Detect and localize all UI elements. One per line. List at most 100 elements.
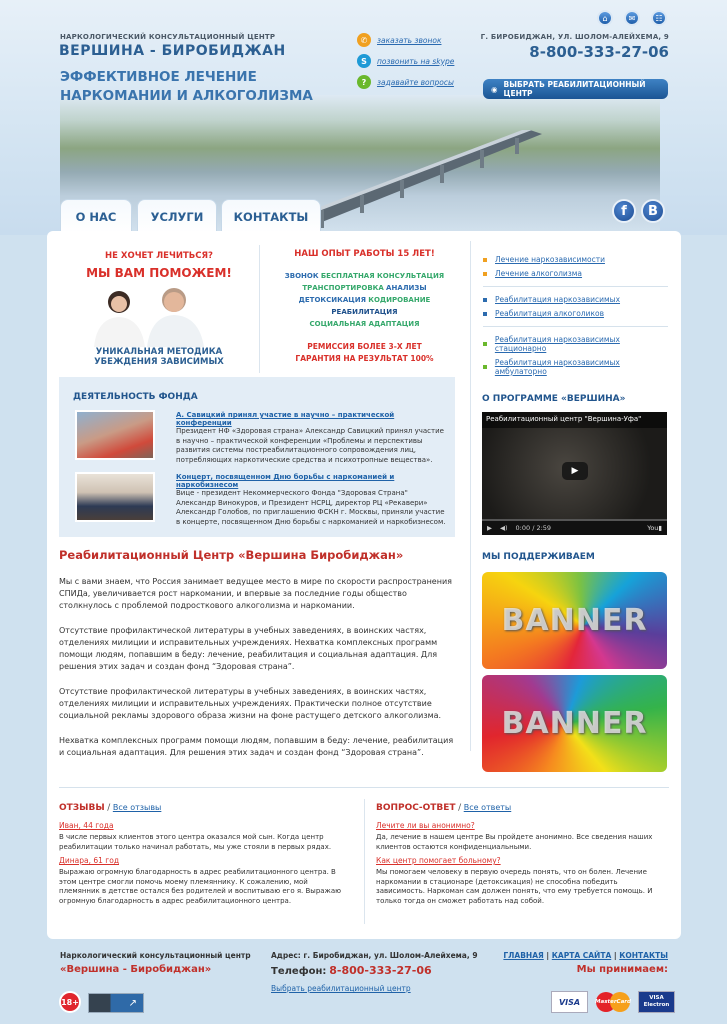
sidebar-item-label[interactable]: Реабилитация наркозависимых амбулаторно xyxy=(495,358,668,376)
news-photo[interactable] xyxy=(75,472,155,522)
exp-remission: РЕМИССИЯ БОЛЕЕ 3-Х ЛЕТ xyxy=(307,342,422,351)
sidebar-item[interactable]: Лечение алкоголизма xyxy=(483,269,668,278)
support-title: МЫ ПОДДЕРЖИВАЕМ xyxy=(482,552,595,562)
footer-phone[interactable]: 8-800-333-27-06 xyxy=(329,964,431,977)
facebook-icon[interactable]: f xyxy=(612,199,636,223)
bullet-icon xyxy=(483,342,487,346)
sidebar-item-label[interactable]: Реабилитация алкоголиков xyxy=(495,309,604,318)
promo-caption1: УНИКАЛЬНАЯ МЕТОДИКА xyxy=(95,347,223,357)
article: Реабилитационный Центр «Вершина Биробидж… xyxy=(59,548,455,759)
reviews-title: ОТЗЫВЫ xyxy=(59,803,105,813)
bullet-icon xyxy=(483,365,487,369)
exp-tests: АНАЛИЗЫ xyxy=(386,284,427,292)
experience-title: НАШ ОПЫТ РАБОТЫ 15 ЛЕТ! xyxy=(294,249,435,259)
footer-contacts: Адрес: г. Биробиджан, ул. Шолом-Алейхема… xyxy=(271,951,478,993)
footer-home-link[interactable]: ГЛАВНАЯ xyxy=(503,951,543,960)
news-title-link[interactable]: Концерт, посвященном Дню борьбы с нарком… xyxy=(176,473,446,489)
answer-text: Мы помогаем человеку в первую очередь по… xyxy=(376,868,653,905)
order-call-link[interactable]: ✆ заказать звонок xyxy=(357,33,454,47)
promo-block[interactable]: НЕ ХОЧЕТ ЛЕЧИТЬСЯ? МЫ ВАМ ПОМОЖЕМ! УНИКА… xyxy=(59,241,259,376)
news-title-link[interactable]: А. Савицкий принял участие в научно – пр… xyxy=(176,411,446,427)
contact-links: ✆ заказать звонок S позвонить на skype ?… xyxy=(357,33,454,89)
home-icon[interactable]: ⌂ xyxy=(597,10,613,26)
banner-image[interactable]: BANNER xyxy=(482,572,667,669)
news-photo[interactable] xyxy=(75,410,155,460)
tab-contacts[interactable]: КОНТАКТЫ xyxy=(221,199,321,233)
sidebar-item-label[interactable]: Реабилитация наркозависимых xyxy=(495,295,620,304)
sidebar-item[interactable]: Реабилитация алкоголиков xyxy=(483,309,668,318)
divider xyxy=(483,286,668,287)
bridge-illustration xyxy=(280,130,542,230)
select-center-label: ВЫБРАТЬ РЕАБИЛИТАЦИОННЫЙ ЦЕНТР xyxy=(503,80,646,98)
skype-link[interactable]: S позвонить на skype xyxy=(357,54,454,68)
video-controls: ▶ ◀) 0:00 / 2:59 You▮ xyxy=(482,521,667,535)
bullet-icon xyxy=(483,297,487,302)
sidebar-item[interactable]: Реабилитация наркозависимых стационарно xyxy=(483,335,668,353)
qa-title: ВОПРОС-ОТВЕТ xyxy=(376,803,456,813)
review-author-link[interactable]: Динара, 61 год xyxy=(59,856,349,865)
skype-label[interactable]: позвонить на skype xyxy=(377,57,454,66)
video-title: Реабилитационный центр "Вершина-Уфа" xyxy=(482,412,667,428)
article-paragraph: Мы с вами знаем, что Россия занимает вед… xyxy=(59,577,452,610)
article-paragraph: Отсутствие профилактической литературы в… xyxy=(59,626,438,671)
header-tagline: НАРКОЛОГИЧЕСКИЙ КОНСУЛЬТАЦИОННЫЙ ЦЕНТР xyxy=(60,33,276,41)
header: НАРКОЛОГИЧЕСКИЙ КОНСУЛЬТАЦИОННЫЙ ЦЕНТР В… xyxy=(0,0,727,235)
promo-caption2: УБЕЖДЕНИЯ ЗАВИСИМЫХ xyxy=(94,357,224,367)
footer-nav: ГЛАВНАЯ | КАРТА САЙТА | КОНТАКТЫ xyxy=(503,951,668,960)
mail-icon[interactable]: ✉ xyxy=(624,10,640,26)
site-brand[interactable]: ВЕРШИНА - БИРОБИДЖАН xyxy=(59,43,286,59)
sidebar-item[interactable]: Реабилитация наркозависимых амбулаторно xyxy=(483,358,668,376)
sidebar-item-label[interactable]: Лечение наркозависимости xyxy=(495,255,605,264)
promo-line1: НЕ ХОЧЕТ ЛЕЧИТЬСЯ? xyxy=(105,251,213,261)
vkontakte-icon[interactable]: B xyxy=(641,199,665,223)
order-call-label[interactable]: заказать звонок xyxy=(377,36,442,45)
question-link[interactable]: Как центр помогает больному? xyxy=(376,856,666,865)
select-center-button[interactable]: ◉ ВЫБРАТЬ РЕАБИЛИТАЦИОННЫЙ ЦЕНТР xyxy=(483,79,668,99)
footer-address: Адрес: г. Биробиджан, ул. Шолом-Алейхема… xyxy=(271,951,478,960)
exp-guarantee: ГАРАНТИЯ НА РЕЗУЛЬТАТ 100% xyxy=(295,354,434,363)
column-divider xyxy=(470,241,471,751)
bullet-icon xyxy=(483,271,487,276)
sidebar-item-label[interactable]: Лечение алкоголизма xyxy=(495,269,582,278)
footer-org-name: Наркологический консультационный центр xyxy=(60,951,251,960)
fund-block: ДЕЯТЕЛЬНОСТЬ ФОНДА А. Савицкий принял уч… xyxy=(59,377,455,537)
divider xyxy=(364,799,365,924)
ask-question-link[interactable]: ? задавайте вопросы xyxy=(357,75,454,89)
banner-image[interactable]: BANNER xyxy=(482,675,667,772)
play-small-icon[interactable]: ▶ xyxy=(487,524,492,532)
header-phone[interactable]: 8-800-333-27-06 xyxy=(529,43,669,61)
sidebar-item[interactable]: Реабилитация наркозависимых xyxy=(483,295,668,304)
review-text: В числе первых клиентов этого центра ока… xyxy=(59,833,332,851)
bullet-icon xyxy=(483,311,487,316)
sidebar-item[interactable]: Лечение наркозависимости xyxy=(483,255,668,264)
youtube-icon[interactable]: You▮ xyxy=(647,524,662,532)
sitemap-icon[interactable]: ☷ xyxy=(651,10,667,26)
counter-widget-icon[interactable]: ↗ xyxy=(88,993,144,1013)
question-link[interactable]: Лечите ли вы анонимно? xyxy=(376,821,666,830)
ask-question-label[interactable]: задавайте вопросы xyxy=(377,78,454,87)
fund-title: ДЕЯТЕЛЬНОСТЬ ФОНДА xyxy=(73,392,198,402)
tab-services[interactable]: УСЛУГИ xyxy=(137,199,217,233)
sidebar-item-label[interactable]: Реабилитация наркозависимых стационарно xyxy=(495,335,668,353)
tab-about[interactable]: О НАС xyxy=(60,199,132,233)
play-icon[interactable]: ▶ xyxy=(562,462,588,480)
footer-org: Наркологический консультационный центр «… xyxy=(60,951,251,975)
exp-coding: КОДИРОВАНИЕ xyxy=(368,296,431,304)
review-author-link[interactable]: Иван, 44 года xyxy=(59,821,349,830)
video-player[interactable]: Реабилитационный центр "Вершина-Уфа" ▶ ▶… xyxy=(482,412,667,535)
bullet-icon xyxy=(483,257,487,262)
footer-contacts-link[interactable]: КОНТАКТЫ xyxy=(619,951,668,960)
footer-brand[interactable]: «Вершина - Биробиджан» xyxy=(60,964,251,975)
all-reviews-link[interactable]: Все отзывы xyxy=(113,803,162,812)
video-progress[interactable] xyxy=(482,519,667,521)
footer-sitemap-link[interactable]: КАРТА САЙТА xyxy=(552,951,611,960)
exp-free-consult: БЕСПЛАТНАЯ КОНСУЛЬТАЦИЯ xyxy=(320,272,445,280)
promo-line2: МЫ ВАМ ПОМОЖЕМ! xyxy=(86,266,232,280)
volume-icon[interactable]: ◀) xyxy=(500,524,508,532)
question-icon: ? xyxy=(357,75,371,89)
reviews-block: ОТЗЫВЫ / Все отзывы Иван, 44 года В числ… xyxy=(59,803,349,906)
all-answers-link[interactable]: Все ответы xyxy=(464,803,512,812)
footer-select-center-link[interactable]: Выбрать реабилитационный центр xyxy=(271,984,478,993)
top-icons: ⌂ ✉ ☷ xyxy=(597,10,667,26)
news-text: Вице - президент Некоммерческого Фонда "… xyxy=(176,489,446,526)
